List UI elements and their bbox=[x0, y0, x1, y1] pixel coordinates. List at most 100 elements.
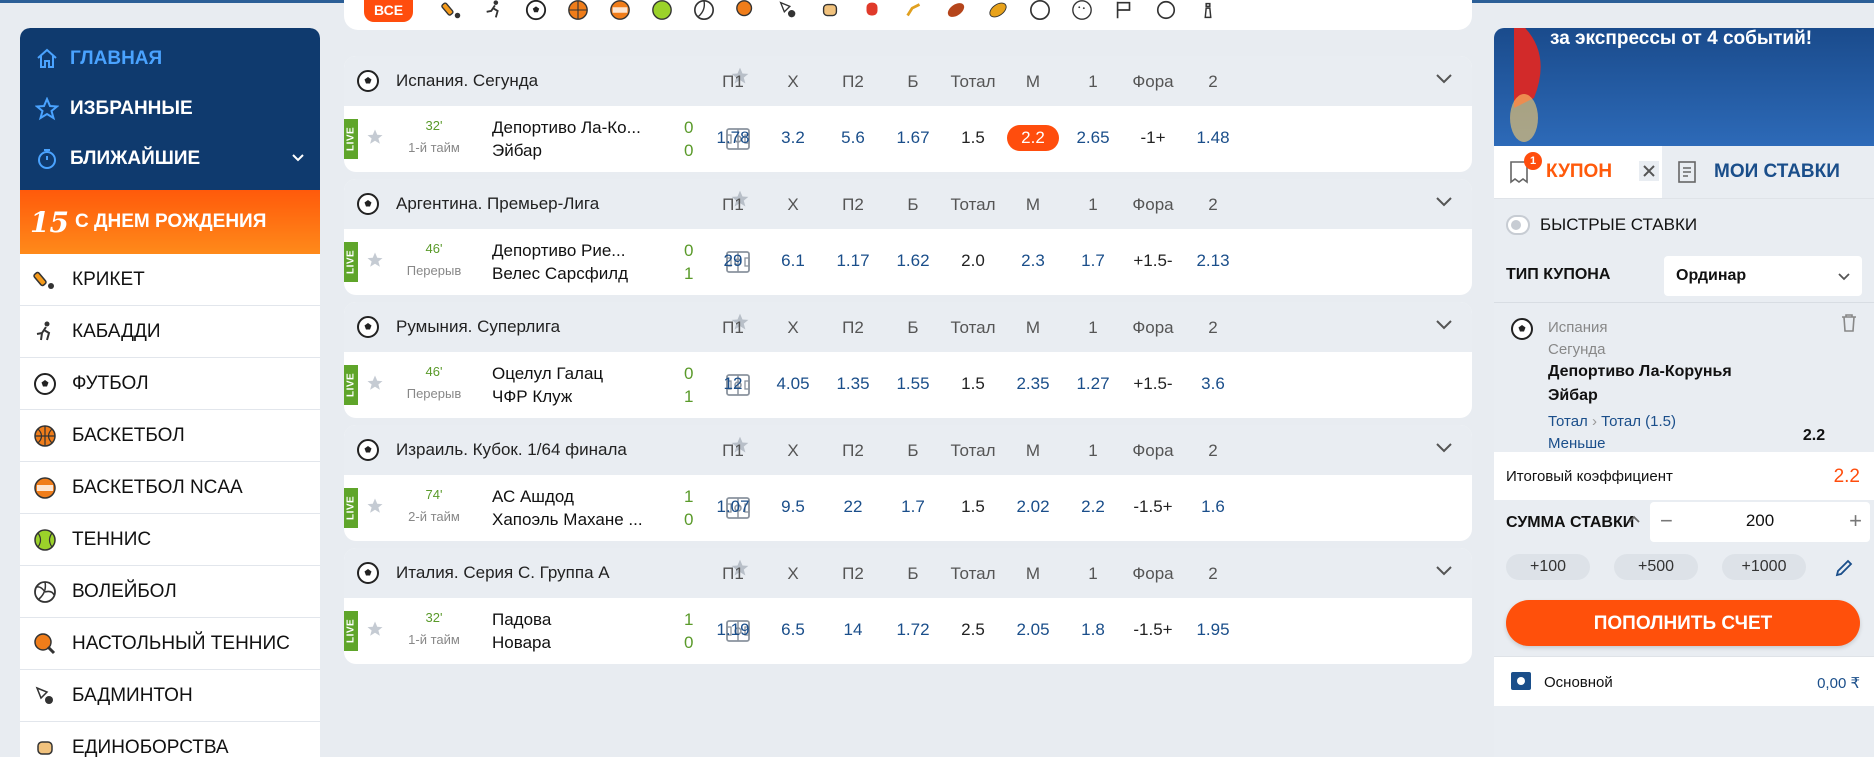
league-name[interactable]: Аргентина. Премьер-Лига bbox=[396, 194, 599, 214]
score-away: 0 bbox=[684, 633, 694, 652]
league-name[interactable]: Румыния. Суперлига bbox=[396, 317, 560, 337]
favorite-match-star-icon[interactable] bbox=[366, 374, 384, 397]
match-row[interactable]: LIVE 32' 1-й тайм Падова Новара 1 0 1.19 6.5 14 1.… bbox=[344, 598, 1472, 664]
odd-selected[interactable]: 2.2 bbox=[1007, 125, 1059, 151]
quick-add-100-button[interactable]: +100 bbox=[1506, 554, 1590, 580]
quick-add-500-button[interactable]: +500 bbox=[1614, 554, 1698, 580]
chevron-up-icon[interactable] bbox=[1626, 512, 1642, 533]
sidebar-sport-basketball[interactable]: БАСКЕТБОЛ bbox=[20, 410, 320, 462]
nav-item-favorites[interactable]: ИЗБРАННЫЕ bbox=[20, 84, 320, 134]
trash-icon[interactable] bbox=[1840, 313, 1858, 338]
match-row[interactable]: LIVE 46' Перерыв Оцелул Галац ЧФР Клуж 0 1 12 4.… bbox=[344, 352, 1472, 418]
sidebar-sport-martial-arts[interactable]: ЕДИНОБОРСТВА bbox=[20, 722, 320, 757]
stake-increase-button[interactable]: + bbox=[1849, 508, 1862, 534]
chevron-down-icon[interactable] bbox=[1434, 560, 1454, 585]
edit-pencil-icon[interactable] bbox=[1834, 558, 1854, 583]
league-name[interactable]: Италия. Серия С. Группа А bbox=[396, 563, 610, 583]
chevron-down-icon[interactable] bbox=[1434, 68, 1454, 93]
match-period: 1-й тайм bbox=[408, 140, 460, 155]
kabaddi-icon bbox=[32, 319, 58, 345]
stake-quick-add: +100 +500 +1000 bbox=[1494, 548, 1874, 592]
close-icon[interactable] bbox=[1638, 160, 1660, 188]
match-header: Израиль. Кубок. 1/64 финала П1 X П2 Б Тотал М 1… bbox=[344, 425, 1472, 475]
rugby-icon[interactable] bbox=[943, 0, 969, 23]
tennis-icon[interactable] bbox=[649, 0, 675, 23]
deposit-button[interactable]: ПОПОЛНИТЬ СЧЕТ bbox=[1506, 600, 1860, 646]
chevron-down-icon[interactable] bbox=[1434, 191, 1454, 216]
odd-cell-two[interactable]: 1.48 bbox=[1178, 128, 1248, 148]
score-away: 1 bbox=[684, 264, 694, 283]
nav-item-home[interactable]: ГЛАВНАЯ bbox=[20, 34, 320, 84]
motorsport-icon[interactable] bbox=[1111, 0, 1137, 23]
coupon-type-select[interactable]: Ординар bbox=[1664, 256, 1862, 296]
odd-cell-two[interactable]: 3.6 bbox=[1178, 374, 1248, 394]
basketball-ncaa-icon[interactable] bbox=[607, 0, 633, 23]
golf-icon[interactable] bbox=[1069, 0, 1095, 23]
sidebar-sport-badminton[interactable]: БАДМИНТОН bbox=[20, 670, 320, 722]
sidebar-sport-football[interactable]: ФУТБОЛ bbox=[20, 358, 320, 410]
kickboxing-icon[interactable] bbox=[901, 0, 927, 23]
chess-icon[interactable] bbox=[1195, 0, 1221, 23]
sidebar-sport-cricket[interactable]: КРИКЕТ bbox=[20, 254, 320, 306]
volleyball-icon[interactable] bbox=[691, 0, 717, 23]
filter-all-button[interactable]: ВСЕ bbox=[364, 0, 414, 22]
team-home[interactable]: Падова bbox=[492, 610, 551, 630]
team-away[interactable]: Новара bbox=[492, 633, 551, 653]
chevron-down-icon[interactable] bbox=[1434, 437, 1454, 462]
football-icon[interactable] bbox=[523, 0, 549, 23]
badminton-icon[interactable] bbox=[775, 0, 801, 23]
favorite-match-star-icon[interactable] bbox=[366, 497, 384, 520]
match-row[interactable]: LIVE 46' Перерыв Депортиво Рие... Велес Сарс… bbox=[344, 229, 1472, 295]
column-header-two: 2 bbox=[1208, 441, 1218, 460]
team-away[interactable]: Велес Сарсфилд bbox=[492, 264, 628, 284]
tab-coupon[interactable]: 1 КУПОН bbox=[1494, 146, 1662, 198]
football-icon bbox=[1510, 317, 1534, 346]
odd-cell-two[interactable]: 2.13 bbox=[1178, 251, 1248, 271]
account-row[interactable]: Основной 0,00 ₹ bbox=[1494, 656, 1874, 706]
martial-arts-icon bbox=[32, 735, 58, 757]
cricket-icon[interactable] bbox=[439, 0, 465, 23]
boxing-icon[interactable] bbox=[859, 0, 885, 23]
quick-bets-toggle[interactable] bbox=[1506, 215, 1530, 235]
team-home[interactable]: АС Ашдод bbox=[492, 487, 574, 507]
sport-label: ЕДИНОБОРСТВА bbox=[72, 736, 229, 757]
team-home[interactable]: Депортиво Рие... bbox=[492, 241, 625, 261]
tab-my-bets[interactable]: МОИ СТАВКИ bbox=[1662, 146, 1872, 198]
stake-input[interactable]: 200 bbox=[1650, 511, 1870, 531]
promo-birthday[interactable]: 15 С ДНЕМ РОЖДЕНИЯ bbox=[20, 190, 320, 254]
team-away[interactable]: Эйбар bbox=[492, 141, 542, 161]
table-tennis-icon[interactable] bbox=[733, 0, 759, 23]
sidebar-sport-basketball-ncaa[interactable]: БАСКЕТБОЛ NCAA bbox=[20, 462, 320, 514]
odd-cell-two[interactable]: 1.6 bbox=[1178, 497, 1248, 517]
chevron-down-icon[interactable] bbox=[290, 149, 306, 171]
sidebar-sport-tennis[interactable]: ТЕННИС bbox=[20, 514, 320, 566]
favorite-match-star-icon[interactable] bbox=[366, 620, 384, 643]
team-away[interactable]: ЧФР Клуж bbox=[492, 387, 572, 407]
chevron-down-icon[interactable] bbox=[1434, 314, 1454, 339]
sidebar-sport-kabaddi[interactable]: КАБАДДИ bbox=[20, 306, 320, 358]
league-name[interactable]: Израиль. Кубок. 1/64 финала bbox=[396, 440, 627, 460]
nav-item-upcoming[interactable]: БЛИЖАЙШИЕ bbox=[20, 134, 320, 184]
promo-banner[interactable]: за экспрессы от 4 событий! bbox=[1494, 28, 1874, 146]
match-row[interactable]: LIVE 32' 1-й тайм Депортиво Ла-Ко... Эйбар 0 0… bbox=[344, 106, 1472, 172]
team-home[interactable]: Депортиво Ла-Ко... bbox=[492, 118, 641, 138]
hockey-icon[interactable] bbox=[1153, 0, 1179, 23]
match-row[interactable]: LIVE 74' 2-й тайм АС Ашдод Хапоэль Махане ..… bbox=[344, 475, 1472, 541]
basketball-icon[interactable] bbox=[565, 0, 591, 23]
sidebar-main-nav: ГЛАВНАЯ ИЗБРАННЫЕ БЛИЖАЙШИЕ bbox=[20, 28, 320, 190]
american-football-icon[interactable] bbox=[985, 0, 1011, 23]
sidebar-sport-volleyball[interactable]: ВОЛЕЙБОЛ bbox=[20, 566, 320, 618]
match-minute: 46' bbox=[425, 364, 443, 379]
coupon-tabs: 1 КУПОН МОИ СТАВКИ bbox=[1494, 146, 1874, 198]
team-away[interactable]: Хапоэль Махане ... bbox=[492, 510, 643, 530]
league-name[interactable]: Испания. Сегунда bbox=[396, 71, 538, 91]
martial-arts-icon[interactable] bbox=[817, 0, 843, 23]
quick-add-1000-button[interactable]: +1000 bbox=[1722, 554, 1806, 580]
baseball-icon[interactable] bbox=[1027, 0, 1053, 23]
sidebar-sport-table-tennis[interactable]: НАСТОЛЬНЫЙ ТЕННИС bbox=[20, 618, 320, 670]
odd-cell-two[interactable]: 1.95 bbox=[1178, 620, 1248, 640]
favorite-match-star-icon[interactable] bbox=[366, 251, 384, 274]
kabaddi-icon[interactable] bbox=[481, 0, 507, 23]
favorite-match-star-icon[interactable] bbox=[366, 128, 384, 151]
team-home[interactable]: Оцелул Галац bbox=[492, 364, 603, 384]
